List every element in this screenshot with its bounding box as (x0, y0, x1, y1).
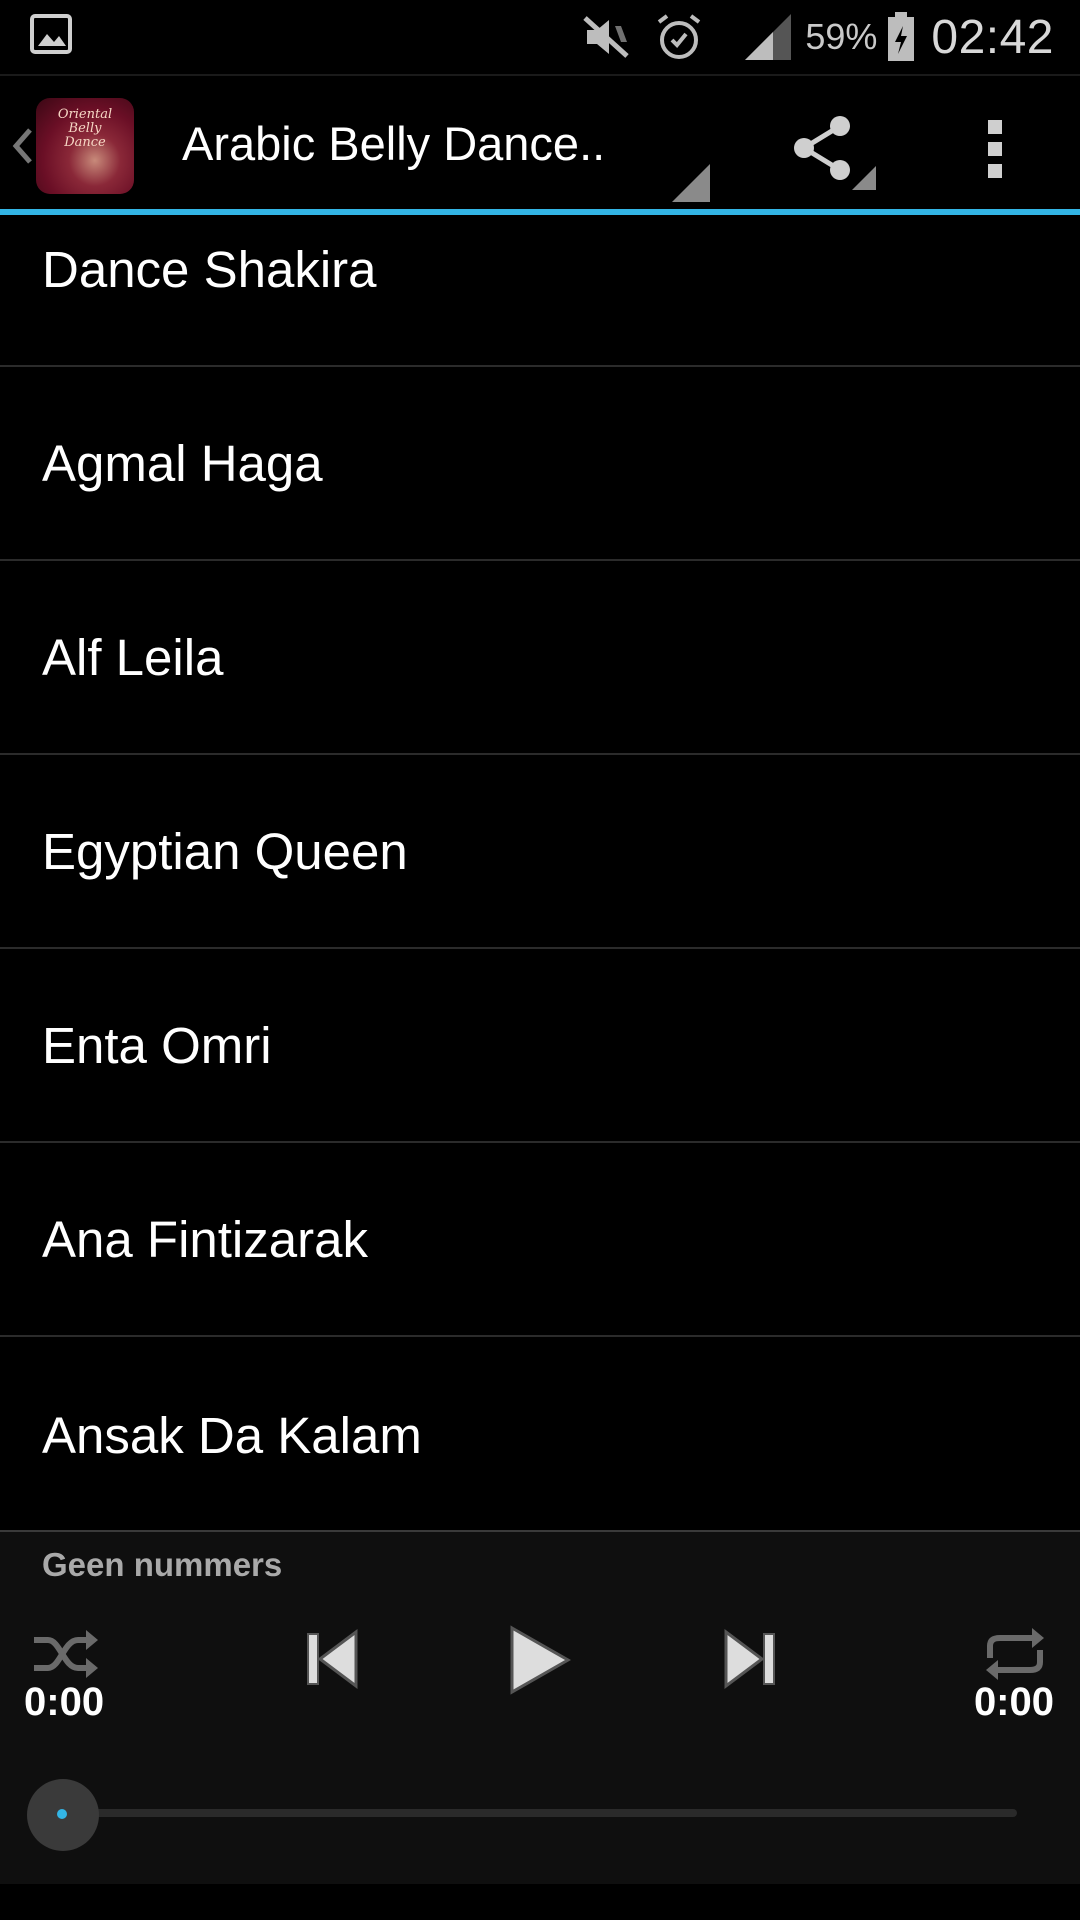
previous-button[interactable] (300, 1624, 364, 1694)
shuffle-button[interactable] (30, 1624, 100, 1684)
overflow-menu-button[interactable] (966, 104, 1026, 194)
track-title: Dance Shakira (42, 241, 377, 298)
track-title: Alf Leila (42, 629, 224, 686)
next-icon (724, 1629, 775, 1689)
seek-bar[interactable] (60, 1809, 1017, 1817)
list-item[interactable]: Enta Omri (0, 949, 1080, 1143)
track-list[interactable]: Dance Shakira Agmal Haga Alf Leila Egypt… (0, 215, 1080, 1530)
app-title[interactable]: Arabic Belly Dance.. (182, 116, 605, 171)
signal-strength-icon (743, 12, 793, 62)
repeat-icon (986, 1628, 1044, 1680)
track-title: Ana Fintizarak (42, 1211, 368, 1268)
list-item[interactable]: Dance Shakira (0, 215, 1080, 367)
play-icon (510, 1625, 572, 1695)
list-item[interactable]: Ana Fintizarak (0, 1143, 1080, 1337)
battery-charging-icon (887, 12, 915, 62)
track-title: Enta Omri (42, 1017, 272, 1074)
muted-speaker-icon (581, 12, 633, 62)
now-playing-label: Geen nummers (42, 1546, 283, 1583)
seek-thumb-indicator (57, 1809, 67, 1819)
alarm-clock-icon (655, 12, 703, 62)
list-item[interactable]: Ansak Da Kalam (0, 1337, 1080, 1530)
bottom-spacer (0, 1884, 1080, 1920)
play-button[interactable] (504, 1622, 574, 1698)
battery-percent: 59% (805, 16, 878, 57)
elapsed-time: 0:00 (24, 1680, 105, 1724)
share-button[interactable] (782, 104, 882, 194)
list-item[interactable]: Agmal Haga (0, 367, 1080, 561)
track-title: Agmal Haga (42, 435, 323, 492)
dropdown-triangle-icon (672, 164, 710, 202)
next-button[interactable] (718, 1624, 782, 1694)
app-logo[interactable]: Oriental Belly Dance (36, 98, 134, 194)
chevron-left-icon[interactable] (8, 116, 38, 176)
status-bar: 59% 02:42 (0, 0, 1080, 74)
app-logo-text: Oriental Belly Dance (57, 107, 113, 150)
repeat-button[interactable] (980, 1624, 1050, 1684)
music-player-panel: Geen nummers 0:00 0:00 (0, 1530, 1080, 1884)
share-icon (794, 116, 876, 190)
total-time: 0:00 (973, 1680, 1054, 1724)
list-item[interactable]: Alf Leila (0, 561, 1080, 755)
action-bar: Oriental Belly Dance Arabic Belly Dance.… (0, 74, 1080, 210)
previous-icon (307, 1629, 358, 1689)
overflow-menu-icon (988, 120, 1002, 178)
shuffle-icon (34, 1630, 98, 1678)
picture-notification-icon (30, 14, 74, 56)
clock-time: 02:42 (931, 10, 1054, 64)
list-item[interactable]: Egyptian Queen (0, 755, 1080, 949)
track-title: Ansak Da Kalam (42, 1407, 422, 1464)
track-title: Egyptian Queen (42, 823, 408, 880)
